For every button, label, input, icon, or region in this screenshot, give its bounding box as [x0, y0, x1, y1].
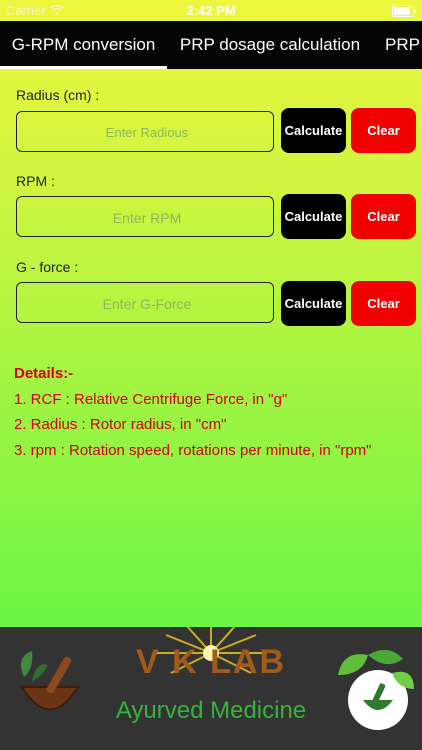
battery-icon [392, 5, 416, 17]
radius-clear-button[interactable]: Clear [351, 108, 416, 153]
radius-label: Radius (cm) : [16, 87, 100, 103]
tab-prp-partial[interactable]: PRP c [374, 21, 422, 69]
rpm-input[interactable] [17, 197, 277, 238]
status-time: 2:42 PM [186, 3, 236, 18]
tab-g-rpm-conversion[interactable]: G-RPM conversion [0, 21, 167, 69]
detail-item-radius: 2. Radius : Rotor radius, in "cm" [14, 416, 227, 433]
gforce-label: G - force : [16, 259, 79, 275]
radius-input[interactable] [17, 112, 277, 153]
gforce-clear-button[interactable]: Clear [351, 281, 416, 326]
status-bar: Carrier 2:42 PM [0, 0, 422, 21]
tab-prp-dosage-calculation[interactable]: PRP dosage calculation [170, 21, 370, 69]
rpm-field [16, 196, 277, 238]
gforce-calculate-button[interactable]: Calculate [281, 281, 346, 326]
ad-banner[interactable]: V K LAB Ayurved Medicine [0, 627, 422, 750]
tab-bar: G-RPM conversion PRP dosage calculation … [0, 21, 422, 69]
detail-item-rcf: 1. RCF : Relative Centrifuge Force, in "… [14, 391, 288, 408]
rpm-clear-button[interactable]: Clear [351, 194, 416, 239]
leaf-icon [338, 649, 414, 730]
gforce-field [16, 282, 277, 324]
radius-field [16, 111, 277, 153]
rpm-label: RPM : [16, 173, 55, 189]
radius-calculate-button[interactable]: Calculate [281, 108, 346, 153]
detail-item-rpm: 3. rpm : Rotation speed, rotations per m… [14, 442, 372, 459]
gforce-input[interactable] [17, 283, 277, 324]
details-title: Details:- [14, 365, 74, 382]
rpm-calculate-button[interactable]: Calculate [281, 194, 346, 239]
